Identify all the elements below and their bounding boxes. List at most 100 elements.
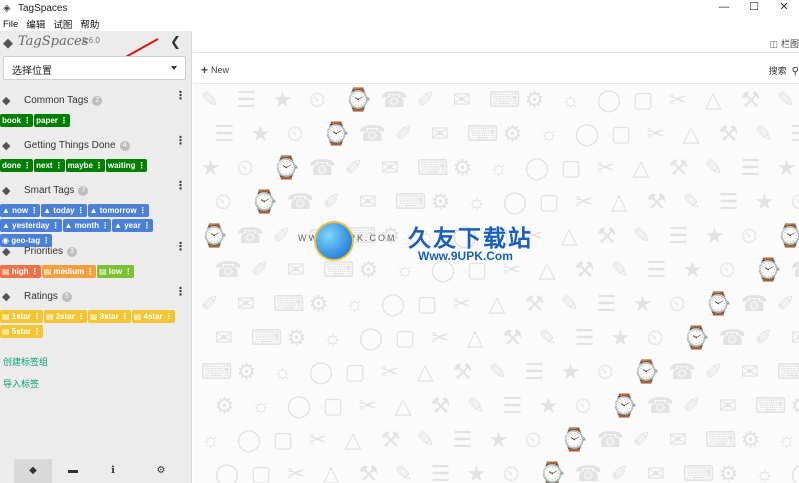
- tag-tomorrow[interactable]: ▲ tomorrow ⋮: [87, 204, 149, 217]
- close-button[interactable]: ✕: [769, 0, 799, 17]
- background-doodle-icon: ☎: [574, 461, 603, 483]
- tag-maybe[interactable]: maybe ⋮: [65, 159, 105, 172]
- background-doodle-icon: ⚙: [214, 393, 235, 418]
- background-doodle-icon: ⚙: [740, 427, 761, 452]
- view-toggle-button[interactable]: ◫ 栏图: [769, 37, 799, 50]
- group-menu-icon[interactable]: ⋮: [175, 242, 186, 253]
- background-doodle-icon: ★: [200, 155, 221, 180]
- tag-next[interactable]: next ⋮: [34, 159, 65, 172]
- tags-icon[interactable]: ◆: [14, 459, 52, 483]
- search-button[interactable]: 搜索 ⚲: [769, 64, 799, 77]
- background-doodle-icon: ☰: [430, 461, 451, 483]
- maximize-button[interactable]: ☐: [739, 0, 769, 17]
- group-menu-icon[interactable]: ⋮: [175, 287, 186, 298]
- tag-paper[interactable]: paper ⋮: [34, 114, 70, 127]
- tag-2star[interactable]: ▤ 2star ⋮: [43, 310, 87, 323]
- tag-medium[interactable]: ▤ medium ⋮: [41, 265, 97, 278]
- tag-label: medium: [53, 267, 85, 276]
- background-doodle-icon: ★: [250, 121, 271, 146]
- tag-high[interactable]: ▤ high ⋮: [0, 265, 41, 278]
- tag-menu-icon: ⋮: [94, 161, 103, 170]
- background-doodle-icon: ◯: [236, 427, 262, 452]
- background-doodle-icon: ⌚: [250, 189, 279, 214]
- menu-help[interactable]: 帮助: [80, 17, 99, 31]
- tag-label: 4star: [143, 312, 163, 321]
- tag-group-smart: ◆ Smart Tags 7 ⋮ ▲ now ⋮ ▲ today ⋮ ▲ tomorr…: [0, 181, 192, 248]
- background-doodle-icon: ⌨: [250, 325, 283, 350]
- tag-list: book ⋮ paper ⋮: [0, 113, 192, 128]
- background-doodle-icon: ◯: [380, 291, 406, 316]
- main-header: ◫ 栏图: [193, 31, 799, 53]
- tag-menu-icon: ⋮: [76, 312, 85, 321]
- group-menu-icon[interactable]: ⋮: [175, 91, 186, 102]
- tag-4star[interactable]: ▤ 4star ⋮: [131, 310, 175, 323]
- menu-view[interactable]: 试图: [53, 17, 72, 31]
- background-doodle-icon: ⚒: [646, 189, 667, 214]
- tag-group-header[interactable]: ◆ Ratings 5 ⋮: [0, 287, 192, 305]
- background-doodle-icon: ▢: [416, 291, 438, 316]
- tag-group-header[interactable]: ◆ Getting Things Done 4 ⋮: [0, 136, 192, 154]
- background-doodle-icon: ◯: [308, 359, 334, 384]
- tag-book[interactable]: book ⋮: [0, 114, 34, 127]
- settings-icon[interactable]: ⚙: [144, 459, 178, 483]
- tag-yesterday[interactable]: ▲ yesterday ⋮: [0, 219, 62, 232]
- location-select[interactable]: 选择位置: [3, 56, 186, 80]
- group-menu-icon[interactable]: ⋮: [175, 136, 186, 147]
- folder-icon[interactable]: ▬: [56, 459, 90, 483]
- menu-edit[interactable]: 编辑: [26, 17, 45, 31]
- tag-3star[interactable]: ▤ 3star ⋮: [87, 310, 131, 323]
- tag-group-gtd: ◆ Getting Things Done 4 ⋮ done ⋮ next ⋮ may…: [0, 136, 192, 173]
- background-doodle-icon: ✂: [668, 87, 688, 112]
- menu-file[interactable]: File: [3, 19, 18, 30]
- background-doodle-icon: ☰: [236, 87, 257, 112]
- tag-1star[interactable]: ▤ 1star ⋮: [0, 310, 43, 323]
- tag-today[interactable]: ▲ today ⋮: [41, 204, 87, 217]
- background-doodle-icon: ✉: [718, 393, 738, 418]
- tag-menu-icon: ⋮: [23, 161, 32, 170]
- background-doodle-icon: ◯: [524, 155, 550, 180]
- background-doodle-icon: ☼: [200, 427, 221, 452]
- tag-month[interactable]: ▲ month ⋮: [62, 219, 112, 232]
- background-doodle-icon: ▢: [250, 461, 272, 483]
- tag-5star[interactable]: ▤ 5star ⋮: [0, 325, 43, 338]
- create-tag-group-link[interactable]: 创建标签组: [3, 355, 48, 368]
- tag-low[interactable]: ▤ low ⋮: [97, 265, 135, 278]
- background-doodle-icon: ☰: [214, 121, 235, 146]
- background-doodle-icon: ✐: [682, 393, 702, 418]
- tag-list: ▤ 1star ⋮ ▤ 2star ⋮ ▤ 3star ⋮ ▤ 4star ⋮ ▤ 5s…: [0, 309, 192, 339]
- background-doodle-icon: ⏲: [502, 461, 520, 483]
- tag-waiting[interactable]: waiting ⋮: [105, 159, 148, 172]
- minimize-button[interactable]: —: [709, 0, 739, 17]
- background-doodle-icon: ⚙: [430, 189, 451, 214]
- background-doodle-icon: ⌚: [272, 155, 301, 180]
- tag-count-badge: 7: [78, 186, 89, 196]
- background-doodle-icon: ✉: [380, 155, 400, 180]
- background-doodle-icon: ☎: [646, 393, 675, 418]
- background-doodle-icon: ✐: [416, 87, 436, 112]
- tag-group-header[interactable]: ◆ Priorities 3 ⋮: [0, 242, 192, 260]
- tag-group-header[interactable]: ◆ Smart Tags 7 ⋮: [0, 181, 192, 199]
- import-tags-link[interactable]: 导入标签: [3, 377, 39, 390]
- info-icon[interactable]: ℹ: [96, 459, 130, 483]
- background-doodle-icon: △: [610, 189, 628, 214]
- tag-now[interactable]: ▲ now ⋮: [0, 204, 41, 217]
- background-doodle-icon: ✉: [214, 325, 234, 350]
- tag-label: 5star: [11, 327, 31, 336]
- background-doodle-icon: ✎: [394, 461, 414, 483]
- menu-bar: File 编辑 试图 帮助: [0, 17, 799, 31]
- background-doodle-icon: ☼: [560, 87, 581, 112]
- new-button[interactable]: + New: [201, 63, 229, 77]
- tag-group-header[interactable]: ◆ Common Tags 2 ⋮: [0, 91, 192, 109]
- background-doodle-icon: ⏲: [308, 87, 326, 112]
- background-doodle-icon: ⏲: [524, 427, 542, 452]
- window-title: TagSpaces: [18, 3, 68, 14]
- background-doodle-icon: ☰: [574, 325, 595, 350]
- search-label: 搜索: [768, 66, 787, 76]
- tag-year[interactable]: ▲ year ⋮: [112, 219, 153, 232]
- background-doodle-icon: ▢: [538, 189, 560, 214]
- tag-done[interactable]: done ⋮: [0, 159, 34, 172]
- background-doodle-icon: ▢: [344, 359, 366, 384]
- background-doodle-icon: ⏲: [668, 291, 686, 316]
- background-doodle-icon: △: [394, 393, 412, 418]
- group-menu-icon[interactable]: ⋮: [175, 181, 186, 192]
